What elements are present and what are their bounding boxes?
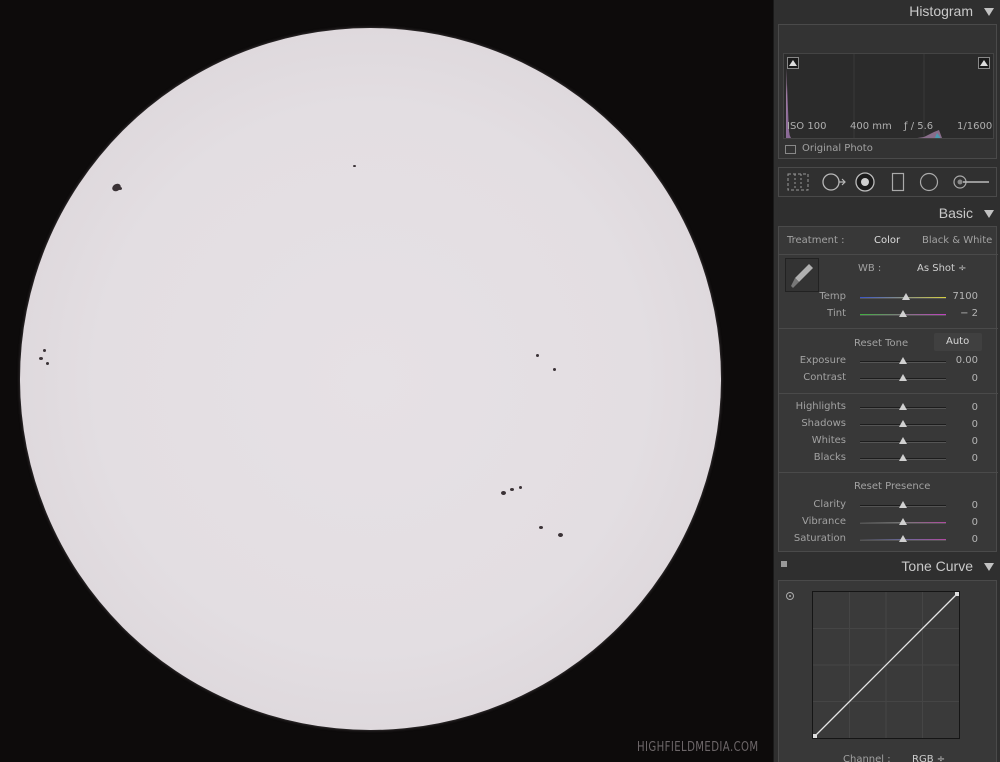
divider (779, 393, 998, 394)
section-toggle-icon[interactable] (781, 561, 787, 567)
divider (779, 254, 998, 255)
exif-iso: ISO 100 (787, 121, 827, 132)
exif-focal-length: 400 mm (850, 121, 892, 132)
exposure-slider-thumb[interactable] (899, 357, 907, 364)
exposure-label: Exposure (799, 355, 846, 366)
shadows-slider-thumb[interactable] (899, 420, 907, 427)
adjustment-brush-icon[interactable] (951, 173, 991, 191)
tint-slider-thumb[interactable] (899, 310, 907, 317)
collapse-triangle-icon[interactable] (984, 563, 994, 571)
blacks-slider-thumb[interactable] (899, 454, 907, 461)
curve-point-black (813, 734, 817, 738)
contrast-value[interactable]: 0 (972, 373, 978, 384)
sunspot (46, 362, 49, 365)
sunspot (536, 354, 539, 357)
treatment-label: Treatment : (787, 235, 845, 246)
vibrance-slider-thumb[interactable] (899, 518, 907, 525)
target-adjustment-icon[interactable] (785, 591, 795, 601)
histogram-header[interactable]: Histogram (777, 0, 1000, 24)
spot-removal-icon[interactable] (821, 172, 847, 192)
tone-curve-svg (813, 592, 959, 738)
divider (779, 328, 998, 329)
auto-tone-button[interactable]: Auto (934, 333, 982, 351)
highlight-clipping-button[interactable] (978, 57, 990, 69)
sunspot (353, 165, 356, 167)
channel-select[interactable]: RGB ÷ (912, 754, 945, 762)
collapse-triangle-icon[interactable] (984, 210, 994, 218)
original-photo-checkbox[interactable] (785, 145, 796, 154)
watermark-text: HIGHFIELDMEDIA.COM (637, 740, 759, 755)
shadows-label: Shadows (801, 418, 846, 429)
blacks-value[interactable]: 0 (972, 453, 978, 464)
basic-title: Basic (938, 205, 973, 221)
original-photo-label: Original Photo (802, 143, 873, 154)
sunspot (501, 491, 506, 495)
vibrance-label: Vibrance (802, 516, 846, 527)
app-window: HIGHFIELDMEDIA.COM Histogram ISO 100 400… (0, 0, 1000, 762)
basic-header[interactable]: Basic (777, 202, 1000, 226)
channel-label: Channel : (843, 754, 891, 762)
sunspot (510, 488, 514, 491)
clarity-label: Clarity (813, 499, 846, 510)
histogram-panel: ISO 100 400 mm ƒ / 5.6 1/1600 Original P… (778, 24, 997, 159)
collapse-triangle-icon[interactable] (984, 8, 994, 16)
tone-curve-title: Tone Curve (901, 558, 973, 574)
sunspot (39, 357, 43, 360)
whites-slider-thumb[interactable] (899, 437, 907, 444)
whites-label: Whites (811, 435, 846, 446)
contrast-slider-thumb[interactable] (899, 374, 907, 381)
sun-disc-image (20, 28, 721, 730)
highlights-label: Highlights (795, 401, 846, 412)
vibrance-value[interactable]: 0 (972, 517, 978, 528)
wb-label: WB : (858, 263, 882, 274)
temp-label: Temp (819, 291, 846, 302)
temp-slider-thumb[interactable] (901, 293, 910, 300)
tool-strip (778, 167, 997, 197)
sunspot (43, 349, 46, 352)
white-balance-eyedropper-icon[interactable] (785, 258, 819, 292)
red-eye-icon[interactable] (855, 172, 875, 192)
highlights-slider-thumb[interactable] (899, 403, 907, 410)
contrast-label: Contrast (803, 372, 846, 383)
auto-label: Auto (946, 336, 970, 347)
clarity-slider-thumb[interactable] (899, 501, 907, 508)
histogram-title: Histogram (909, 3, 973, 19)
tone-curve-graph[interactable] (812, 591, 960, 739)
crop-overlay-icon[interactable] (787, 173, 809, 191)
clarity-value[interactable]: 0 (972, 500, 978, 511)
reset-presence-button[interactable]: Reset Presence (854, 481, 930, 492)
sunspot (558, 533, 563, 537)
divider (779, 472, 998, 473)
blacks-label: Blacks (813, 452, 846, 463)
temp-value[interactable]: 7100 (953, 291, 978, 302)
whites-value[interactable]: 0 (972, 436, 978, 447)
exif-shutter: 1/1600 (957, 121, 993, 132)
saturation-label: Saturation (793, 533, 846, 544)
wb-select[interactable]: As Shot ÷ (917, 263, 967, 274)
saturation-slider-thumb[interactable] (899, 535, 907, 542)
tone-curve-header[interactable]: Tone Curve (777, 555, 1000, 579)
saturation-value[interactable]: 0 (972, 534, 978, 545)
tint-label: Tint (827, 308, 846, 319)
exif-aperture: ƒ / 5.6 (904, 121, 934, 132)
shadows-value[interactable]: 0 (972, 419, 978, 430)
exposure-value[interactable]: 0.00 (956, 355, 978, 366)
tint-value[interactable]: − 2 (960, 308, 978, 319)
sunspot (539, 526, 543, 529)
treatment-bw-option[interactable]: Black & White (922, 235, 992, 246)
reset-tone-button[interactable]: Reset Tone (854, 338, 908, 349)
sunspot (519, 486, 522, 489)
basic-panel: Treatment : Color Black & White WB : As … (778, 226, 998, 552)
treatment-color-option[interactable]: Color (874, 235, 900, 246)
curve-point-white (955, 592, 959, 596)
shadow-clipping-button[interactable] (787, 57, 799, 69)
radial-filter-icon[interactable] (919, 172, 939, 192)
graduated-filter-icon[interactable] (891, 172, 905, 192)
highlights-value[interactable]: 0 (972, 402, 978, 413)
sunspot (118, 187, 122, 190)
sunspot (553, 368, 556, 371)
photo-canvas[interactable]: HIGHFIELDMEDIA.COM (0, 0, 773, 762)
